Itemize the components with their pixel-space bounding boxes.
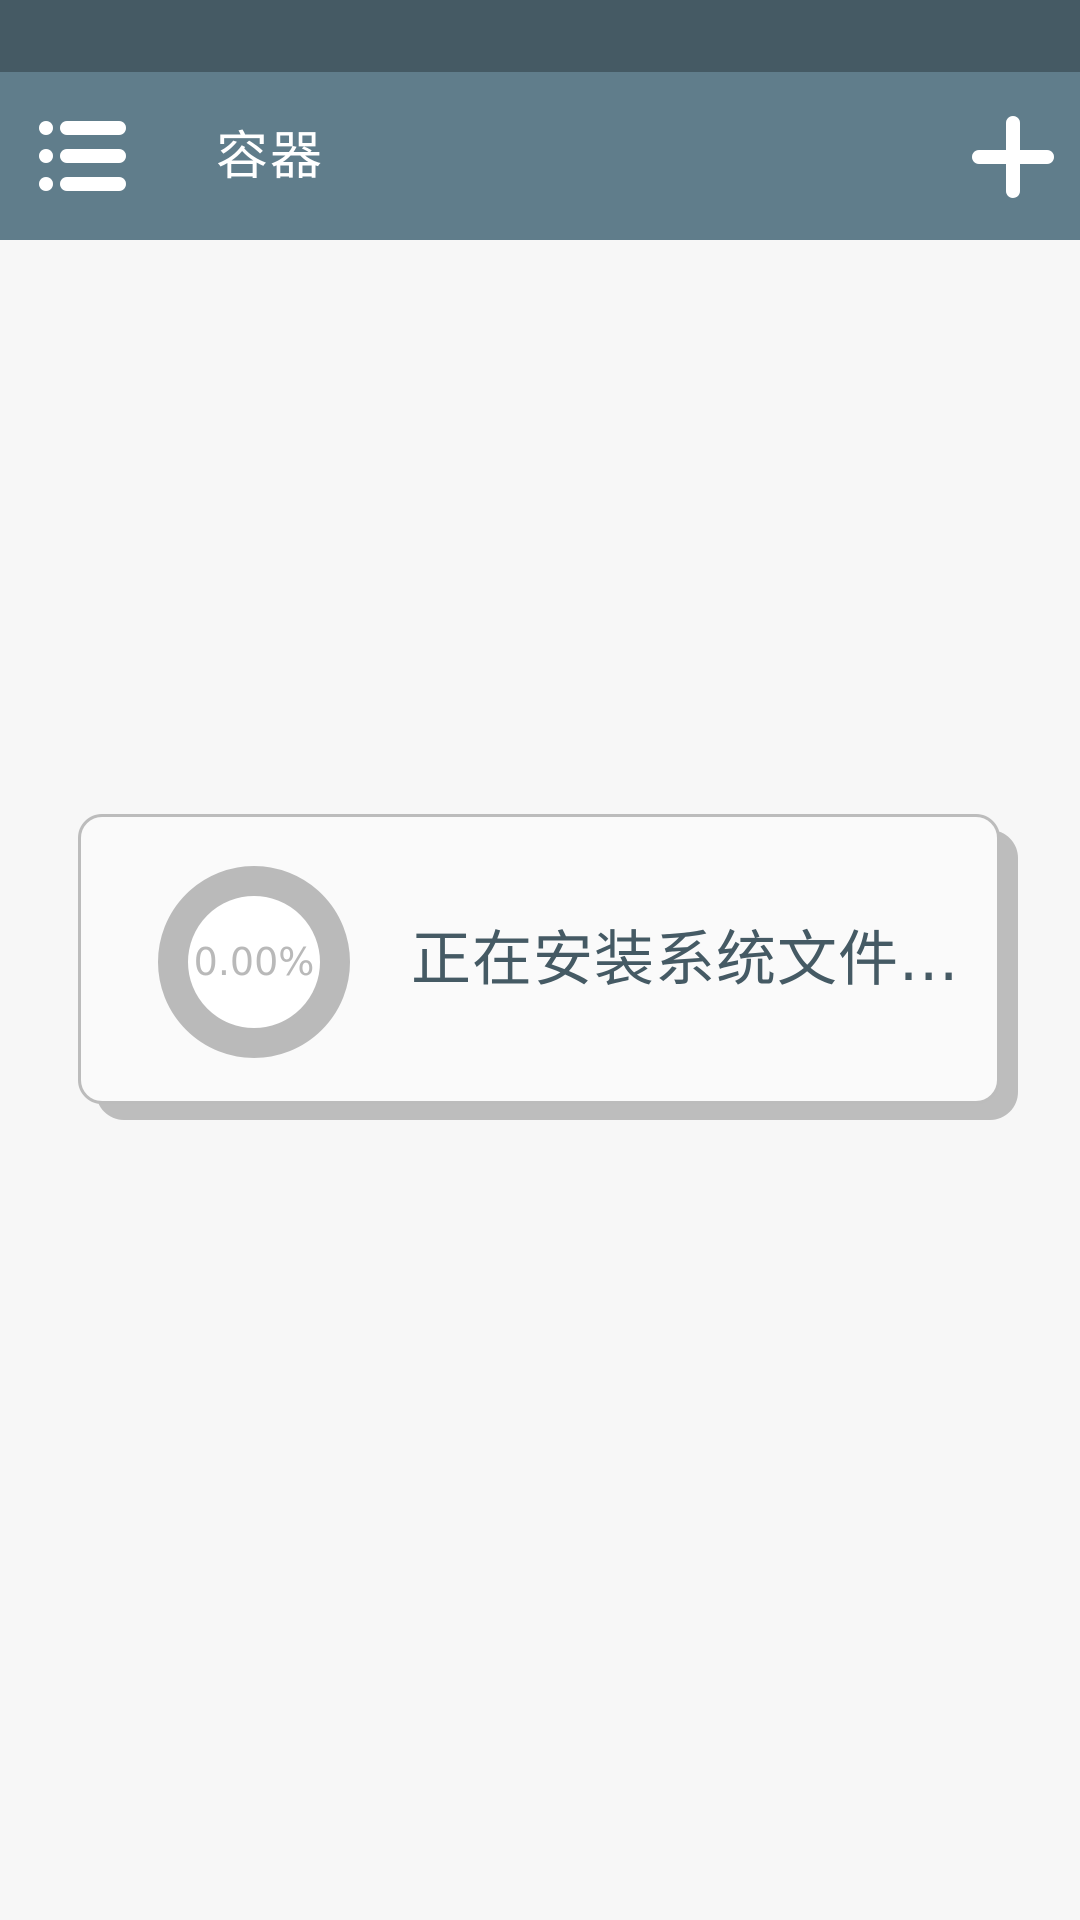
app-bar: 容器 xyxy=(0,72,1080,240)
plus-icon xyxy=(972,116,1054,198)
menu-button[interactable] xyxy=(38,116,130,196)
page-title: 容器 xyxy=(216,127,325,187)
progress-percentage: 0.00% xyxy=(193,940,315,984)
dialog-message: 正在安装系统文件... xyxy=(411,925,960,995)
progress-dialog: 0.00% 正在安装系统文件... xyxy=(78,814,1000,1104)
menu-icon xyxy=(39,121,126,191)
add-button[interactable] xyxy=(968,112,1058,202)
status-bar xyxy=(0,0,1080,72)
progress-ring: 0.00% xyxy=(154,862,354,1062)
